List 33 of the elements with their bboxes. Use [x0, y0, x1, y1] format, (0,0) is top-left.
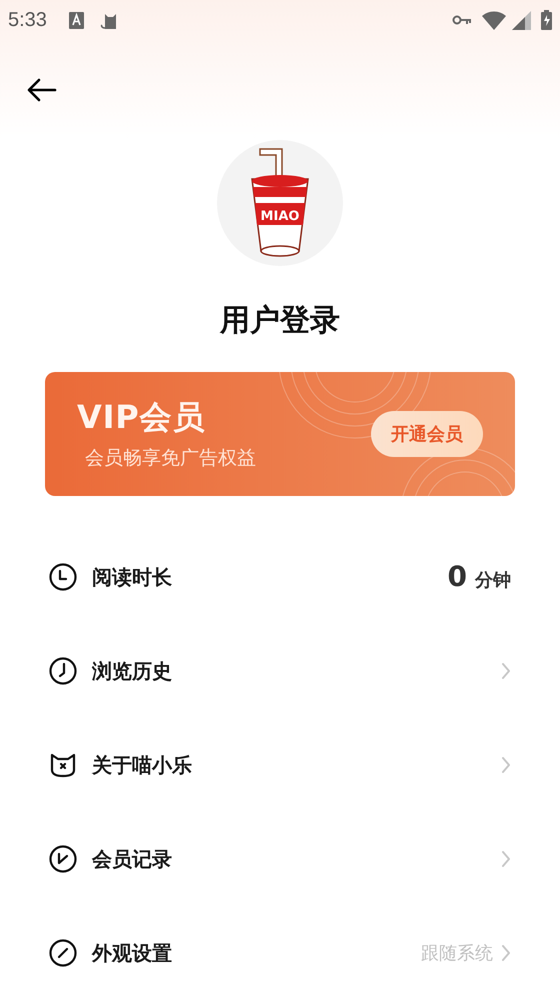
signal-icon — [512, 10, 531, 30]
cat-face-icon — [49, 751, 77, 779]
setting-value: 跟随系统 — [421, 942, 493, 966]
menu-item[interactable]: 会员记录 — [0, 812, 560, 906]
clock-icon — [49, 563, 77, 591]
menu-label: 浏览历史 — [92, 658, 172, 685]
avatar[interactable]: MIAO — [217, 140, 343, 266]
chevron-right-icon — [501, 944, 511, 962]
back-arrow-icon — [27, 78, 57, 102]
chevron-right-icon — [501, 756, 511, 774]
slash-circle-icon — [49, 939, 77, 967]
key-icon — [452, 14, 472, 26]
menu-item[interactable]: 关于喵小乐 — [0, 718, 560, 812]
menu-item[interactable]: 外观设置 跟随系统 — [0, 906, 560, 999]
vip-title: VIP会员 — [77, 400, 206, 432]
chevron-right-icon — [501, 662, 511, 680]
clock-check-icon — [49, 845, 77, 873]
menu-item[interactable]: 浏览历史 — [0, 624, 560, 718]
menu-label: 外观设置 — [92, 940, 172, 967]
status-time: 5:33 — [8, 8, 47, 33]
menu-label: 会员记录 — [92, 846, 172, 873]
unit-label: 分钟 — [475, 569, 511, 593]
reading-time-value: 0 — [448, 559, 467, 595]
vip-subtitle: 会员畅享免广告权益 — [85, 448, 256, 468]
clock-icon — [49, 657, 77, 685]
wifi-icon — [482, 10, 506, 30]
menu-item[interactable]: 阅读时长 0 分钟 — [0, 530, 560, 624]
menu-label: 阅读时长 — [92, 564, 172, 591]
battery-icon — [541, 10, 552, 30]
notification-icon — [68, 12, 84, 28]
page-title: 用户登录 — [220, 306, 340, 336]
chevron-right-icon — [501, 850, 511, 868]
menu-label: 关于喵小乐 — [92, 752, 192, 779]
